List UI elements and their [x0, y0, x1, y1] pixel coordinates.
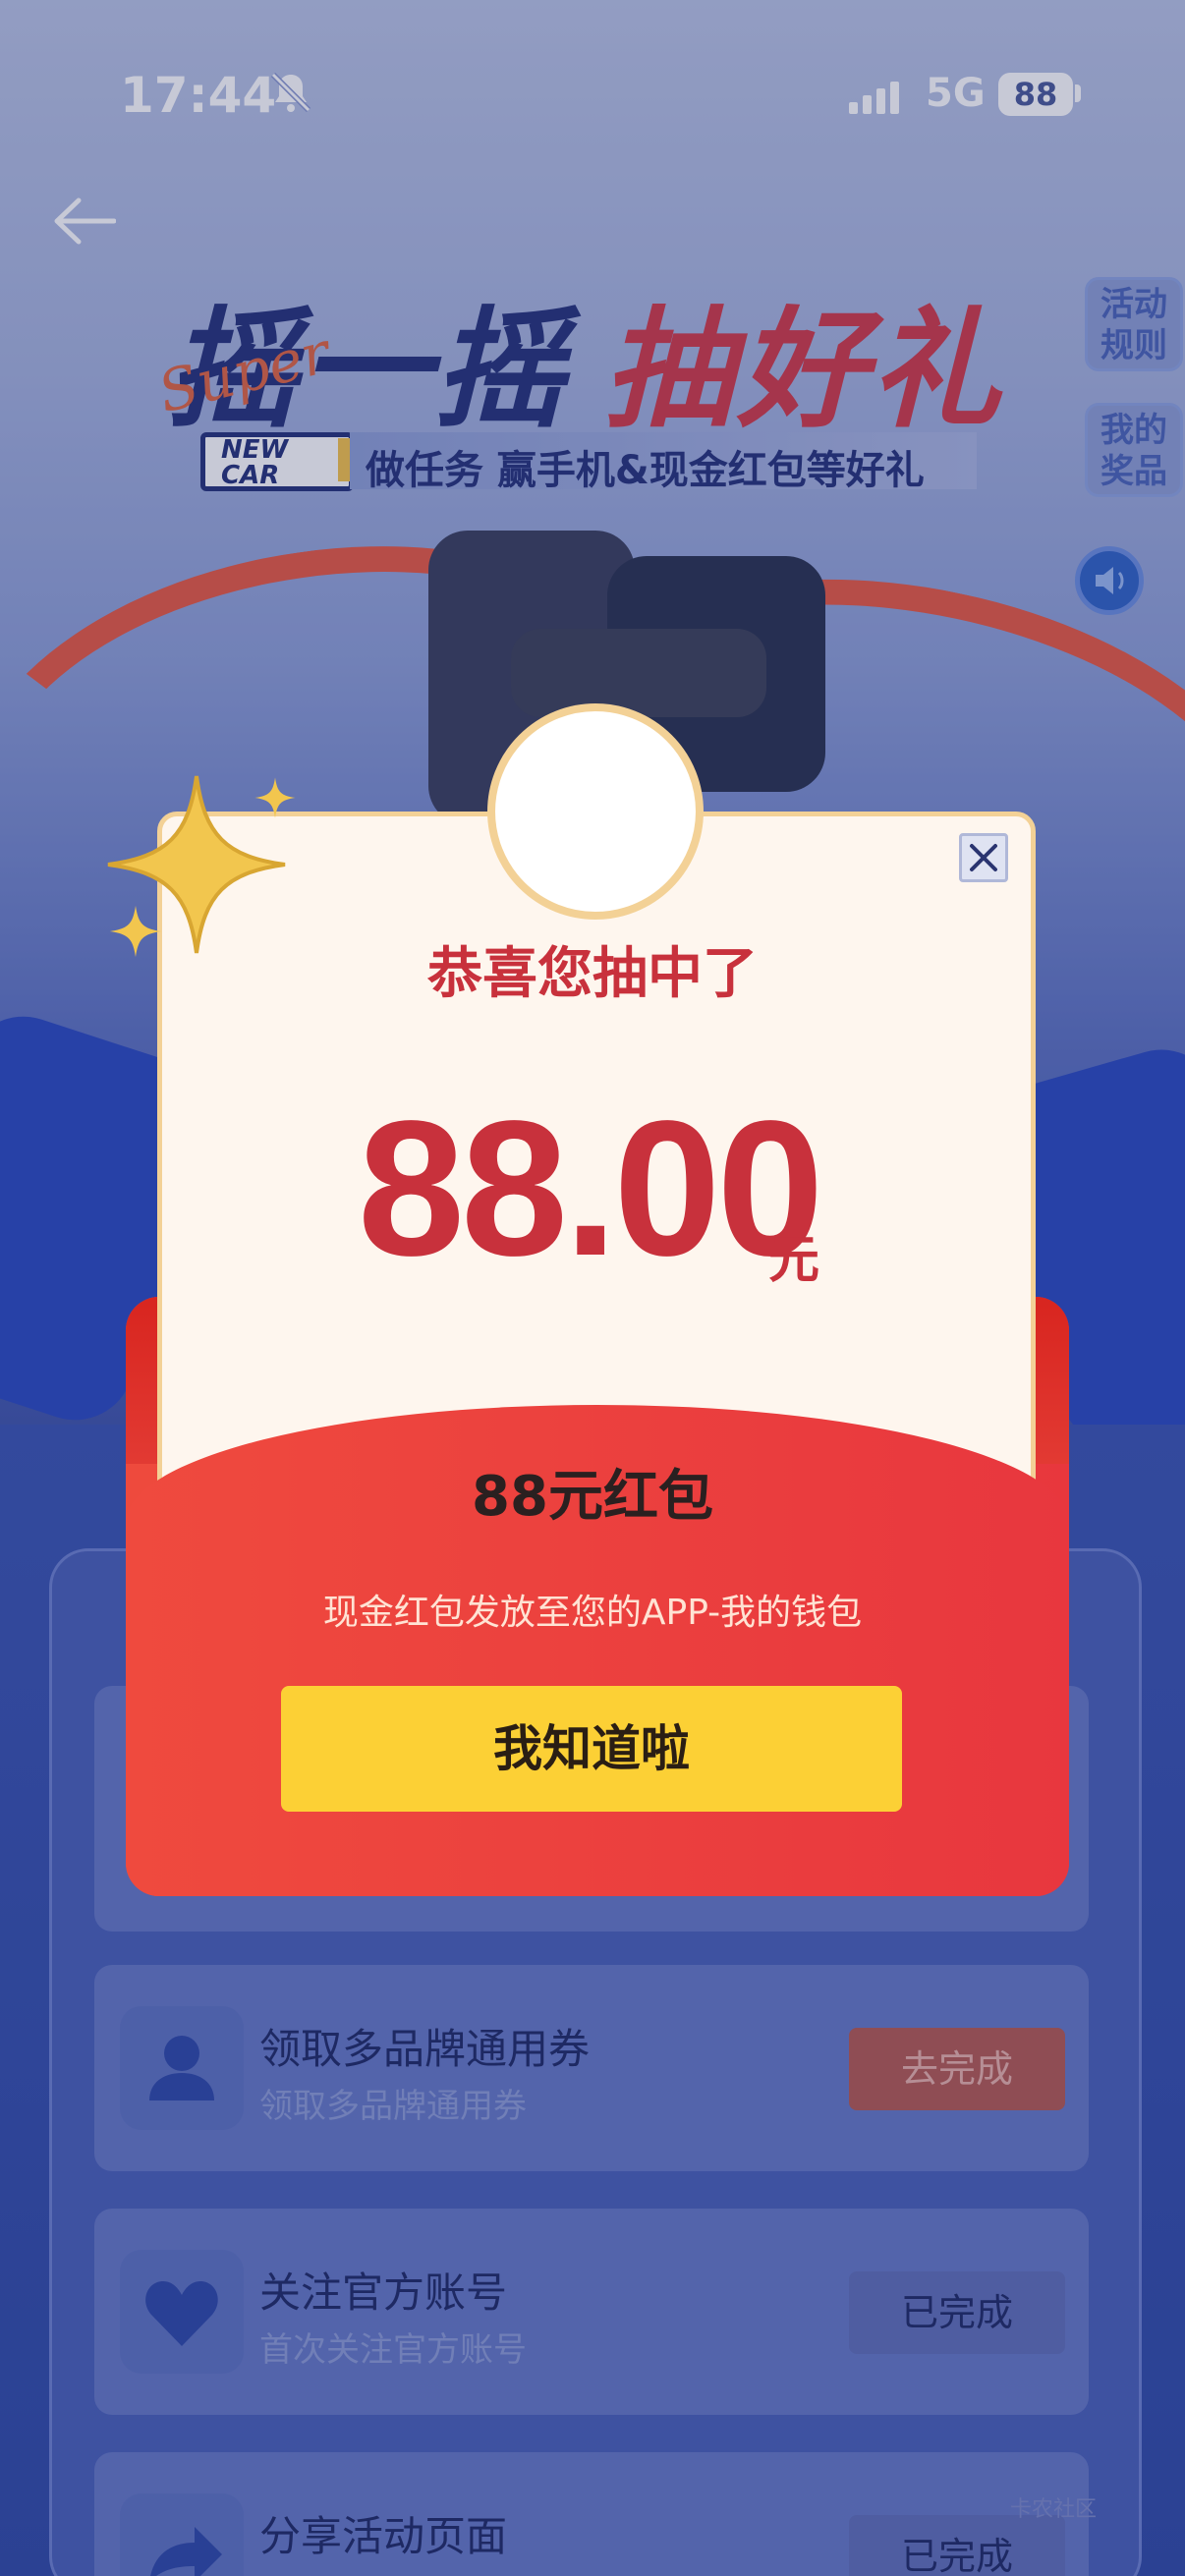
sparkle-star-tiny-icon: [254, 777, 296, 818]
acknowledge-button[interactable]: 我知道啦: [281, 1686, 902, 1812]
prize-avatar: [487, 703, 704, 920]
prize-amount: 88.00: [358, 1081, 823, 1296]
prize-name: 88元红包: [472, 1465, 713, 1529]
congrats-text: 恭喜您抽中了: [427, 942, 758, 1006]
amount-unit: 元: [768, 1231, 820, 1290]
lottery-page: 17:44 5G 88 摇一摇 抽好礼 Super NEW CAR 做任务 赢手机…: [0, 0, 1185, 2576]
close-icon: [970, 844, 997, 871]
close-button[interactable]: [959, 833, 1008, 882]
wallet-hint: 现金红包发放至您的APP-我的钱包: [322, 1593, 863, 1633]
